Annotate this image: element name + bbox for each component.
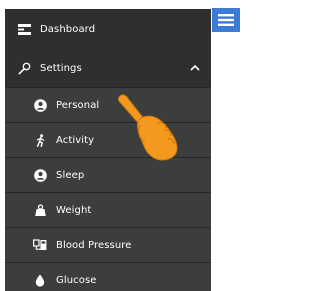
blood-pressure-monitor-icon [33, 238, 47, 252]
submenu-item-blood-pressure[interactable]: Blood Pressure [5, 227, 211, 262]
navigation-drawer: Dashboard Settings Personal Activity Sle… [5, 9, 211, 291]
submenu-item-label: Blood Pressure [56, 239, 132, 251]
menu-item-settings-label: Settings [40, 62, 82, 74]
drop-icon [33, 273, 47, 287]
submenu-item-activity[interactable]: Activity [5, 122, 211, 157]
submenu-item-label: Weight [56, 204, 92, 216]
menu-item-dashboard[interactable]: Dashboard [5, 9, 211, 49]
wrench-icon [17, 61, 31, 75]
submenu-item-label: Activity [56, 134, 95, 146]
person-icon [33, 98, 47, 112]
chevron-up-icon[interactable] [189, 62, 201, 74]
submenu-item-label: Sleep [56, 169, 85, 181]
hamburger-menu-button[interactable] [212, 8, 240, 32]
submenu-item-sleep[interactable]: Sleep [5, 157, 211, 192]
sleep-person-icon [33, 168, 47, 182]
submenu-item-personal[interactable]: Personal [5, 87, 211, 122]
scale-weight-icon [33, 203, 47, 217]
hamburger-icon [218, 14, 234, 26]
submenu-item-label: Personal [56, 99, 100, 111]
dashboard-icon [17, 22, 31, 36]
submenu-item-label: Glucose [56, 274, 97, 286]
menu-item-dashboard-label: Dashboard [40, 23, 96, 35]
submenu-item-glucose[interactable]: Glucose [5, 262, 211, 291]
running-person-icon [33, 133, 47, 147]
menu-item-settings[interactable]: Settings [5, 49, 211, 87]
submenu-item-weight[interactable]: Weight [5, 192, 211, 227]
app-screen: Dashboard Settings Personal Activity Sle… [0, 0, 247, 291]
